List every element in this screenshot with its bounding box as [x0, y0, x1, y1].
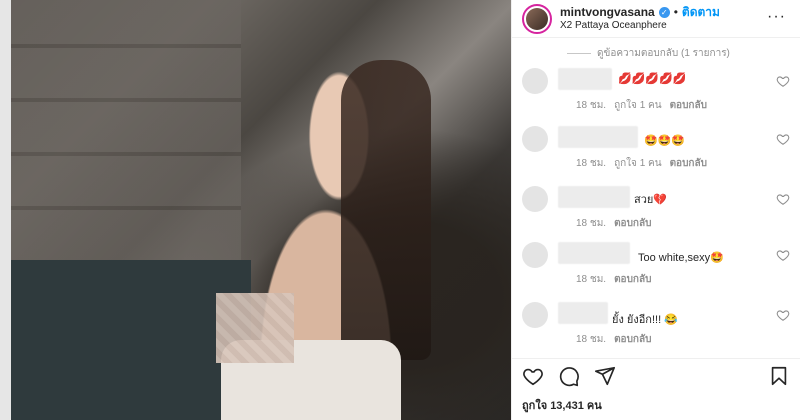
heart-icon[interactable]: [776, 132, 790, 146]
location-link[interactable]: X2 Pattaya Oceanphere: [560, 20, 720, 32]
action-bar: [512, 358, 800, 392]
comment-item: 💋💋💋💋💋 18 ชม. ถูกใจ 1 คน ตอบกลับ: [522, 68, 790, 120]
heart-icon[interactable]: [522, 365, 544, 387]
likes-count[interactable]: ถูกใจ 13,431 คน: [512, 392, 800, 420]
view-replies-label: ดูข้อความตอบกลับ (1 รายการ): [597, 48, 730, 59]
view-replies-button[interactable]: ดูข้อความตอบกลับ (1 รายการ): [567, 46, 730, 61]
comment-time[interactable]: 18 ชม.: [576, 156, 606, 171]
comment-meta: 18 ชม. ถูกใจ 1 คน ตอบกลับ: [576, 156, 707, 171]
reply-button[interactable]: ตอบกลับ: [614, 216, 651, 231]
comment-text: สวย💔: [634, 194, 668, 206]
comment-time[interactable]: 18 ชม.: [576, 332, 606, 347]
separator-dot: •: [673, 4, 678, 19]
commenter-name-blurred[interactable]: [558, 186, 630, 208]
comment-likes[interactable]: ถูกใจ 1 คน: [614, 156, 662, 171]
comment-icon[interactable]: [558, 365, 580, 387]
commenter-avatar[interactable]: [522, 186, 548, 212]
commenter-name-blurred[interactable]: [558, 242, 630, 264]
reply-button[interactable]: ตอบกลับ: [670, 156, 707, 171]
comment-meta: 18 ชม. ตอบกลับ: [576, 332, 651, 347]
comment-item: ยั้ง ยังอีก!!! 😂 18 ชม. ตอบกลับ: [522, 302, 790, 354]
comment-meta: 18 ชม. ถูกใจ 1 คน ตอบกลับ: [576, 98, 707, 113]
commenter-avatar[interactable]: [522, 302, 548, 328]
heart-icon[interactable]: [776, 248, 790, 262]
comment-item: Too white,sexy🤩 18 ชม. ตอบกลับ: [522, 242, 790, 294]
comment-item: 🤩🤩🤩 18 ชม. ถูกใจ 1 คน ตอบกลับ: [522, 126, 790, 178]
comments-list: ดูข้อความตอบกลับ (1 รายการ) 💋💋💋💋💋 18 ชม.…: [512, 38, 800, 358]
post-header: mintvongvasana ✓ • ติดตาม X2 Pattaya Oce…: [512, 0, 800, 38]
comment-time[interactable]: 18 ชม.: [576, 216, 606, 231]
comment-item: สวย💔 18 ชม. ตอบกลับ: [522, 186, 790, 238]
share-icon[interactable]: [594, 365, 616, 387]
more-options-icon[interactable]: ···: [767, 8, 786, 26]
comment-likes[interactable]: ถูกใจ 1 คน: [614, 98, 662, 113]
follow-button[interactable]: ติดตาม: [682, 5, 720, 20]
commenter-avatar[interactable]: [522, 126, 548, 152]
comment-time[interactable]: 18 ชม.: [576, 272, 606, 287]
comment-meta: 18 ชม. ตอบกลับ: [576, 216, 651, 231]
heart-icon[interactable]: [776, 74, 790, 88]
post-sidebar: mintvongvasana ✓ • ติดตาม X2 Pattaya Oce…: [511, 0, 800, 420]
commenter-name-blurred[interactable]: [558, 302, 608, 324]
comment-meta: 18 ชม. ตอบกลับ: [576, 272, 651, 287]
reply-button[interactable]: ตอบกลับ: [614, 332, 651, 347]
comment-time[interactable]: 18 ชม.: [576, 98, 606, 113]
commenter-name-blurred[interactable]: [558, 68, 612, 90]
avatar[interactable]: [522, 3, 552, 34]
heart-icon[interactable]: [776, 308, 790, 322]
commenter-avatar[interactable]: [522, 242, 548, 268]
post-photo[interactable]: [11, 0, 511, 420]
avatar-image: [526, 7, 548, 30]
photo-hair: [341, 60, 431, 360]
comment-text: 🤩🤩🤩: [644, 135, 686, 147]
commenter-name-blurred[interactable]: [558, 126, 638, 148]
replies-line: [567, 53, 591, 54]
username[interactable]: mintvongvasana: [560, 5, 655, 20]
censor-blur: [216, 293, 294, 363]
comment-text: 💋💋💋💋💋: [618, 73, 687, 85]
header-text: mintvongvasana ✓ • ติดตาม X2 Pattaya Oce…: [560, 4, 720, 32]
header-top-row: mintvongvasana ✓ • ติดตาม: [560, 4, 720, 20]
comment-text: ยั้ง ยังอีก!!! 😂: [612, 314, 678, 326]
heart-icon[interactable]: [776, 192, 790, 206]
reply-button[interactable]: ตอบกลับ: [614, 272, 651, 287]
verified-badge-icon: ✓: [658, 7, 670, 19]
bookmark-icon[interactable]: [768, 365, 790, 387]
post-container: mintvongvasana ✓ • ติดตาม X2 Pattaya Oce…: [11, 0, 800, 420]
reply-button[interactable]: ตอบกลับ: [670, 98, 707, 113]
commenter-avatar[interactable]: [522, 68, 548, 94]
comment-text: Too white,sexy🤩: [638, 252, 724, 264]
